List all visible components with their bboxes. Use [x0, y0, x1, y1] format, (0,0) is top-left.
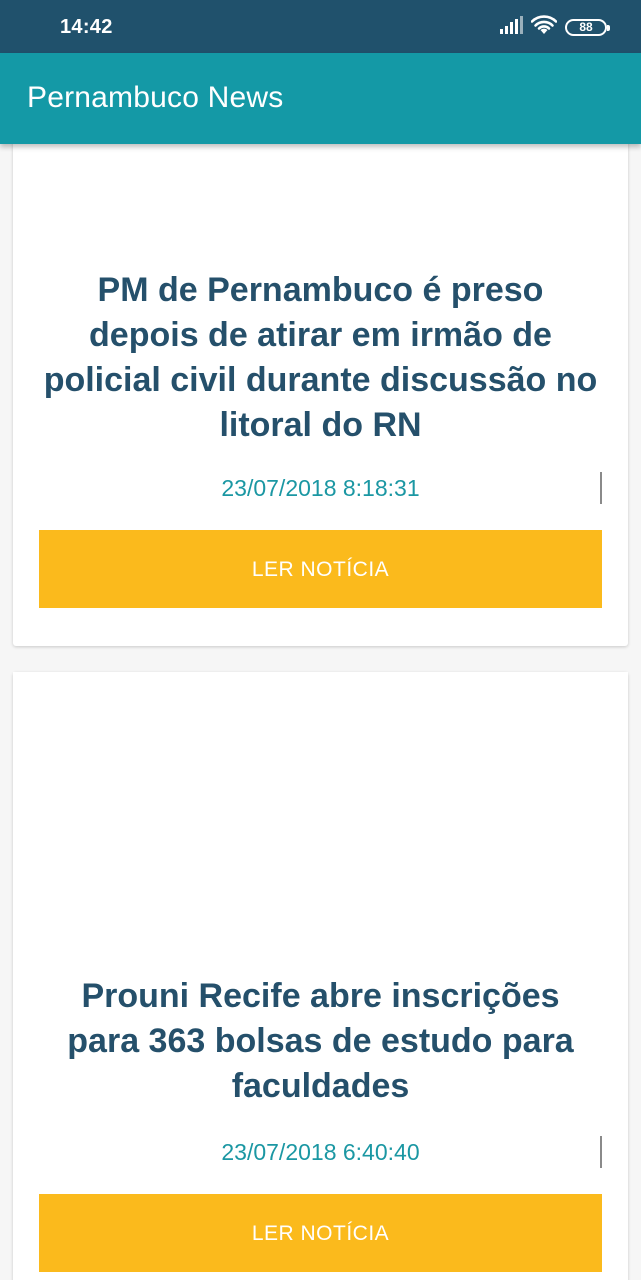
news-card[interactable]: Prouni Recife abre inscrições para 363 b…	[13, 672, 628, 1280]
signal-icon	[499, 15, 523, 39]
news-card[interactable]: PM de Pernambuco é preso depois de atira…	[13, 144, 628, 646]
divider-mark	[600, 1136, 602, 1168]
news-date: 23/07/2018 6:40:40	[221, 1139, 420, 1165]
app-bar: Pernambuco News	[0, 53, 641, 144]
divider-mark	[600, 472, 602, 504]
read-news-button[interactable]: LER NOTÍCIA	[39, 530, 602, 608]
status-time: 14:42	[60, 16, 113, 38]
news-title: Prouni Recife abre inscrições para 363 b…	[67, 977, 574, 1105]
read-news-button[interactable]: LER NOTÍCIA	[39, 1194, 602, 1272]
news-title: PM de Pernambuco é preso depois de atira…	[43, 271, 598, 444]
status-icons: 88	[499, 14, 610, 40]
news-image	[13, 144, 628, 264]
news-feed[interactable]: PM de Pernambuco é preso depois de atira…	[0, 144, 641, 1280]
status-bar: 14:42 88	[0, 0, 641, 53]
news-date: 23/07/2018 8:18:31	[221, 475, 420, 501]
app-title: Pernambuco News	[27, 81, 284, 114]
battery-icon: 88	[565, 18, 610, 36]
wifi-icon	[530, 14, 558, 40]
news-image	[13, 672, 628, 962]
